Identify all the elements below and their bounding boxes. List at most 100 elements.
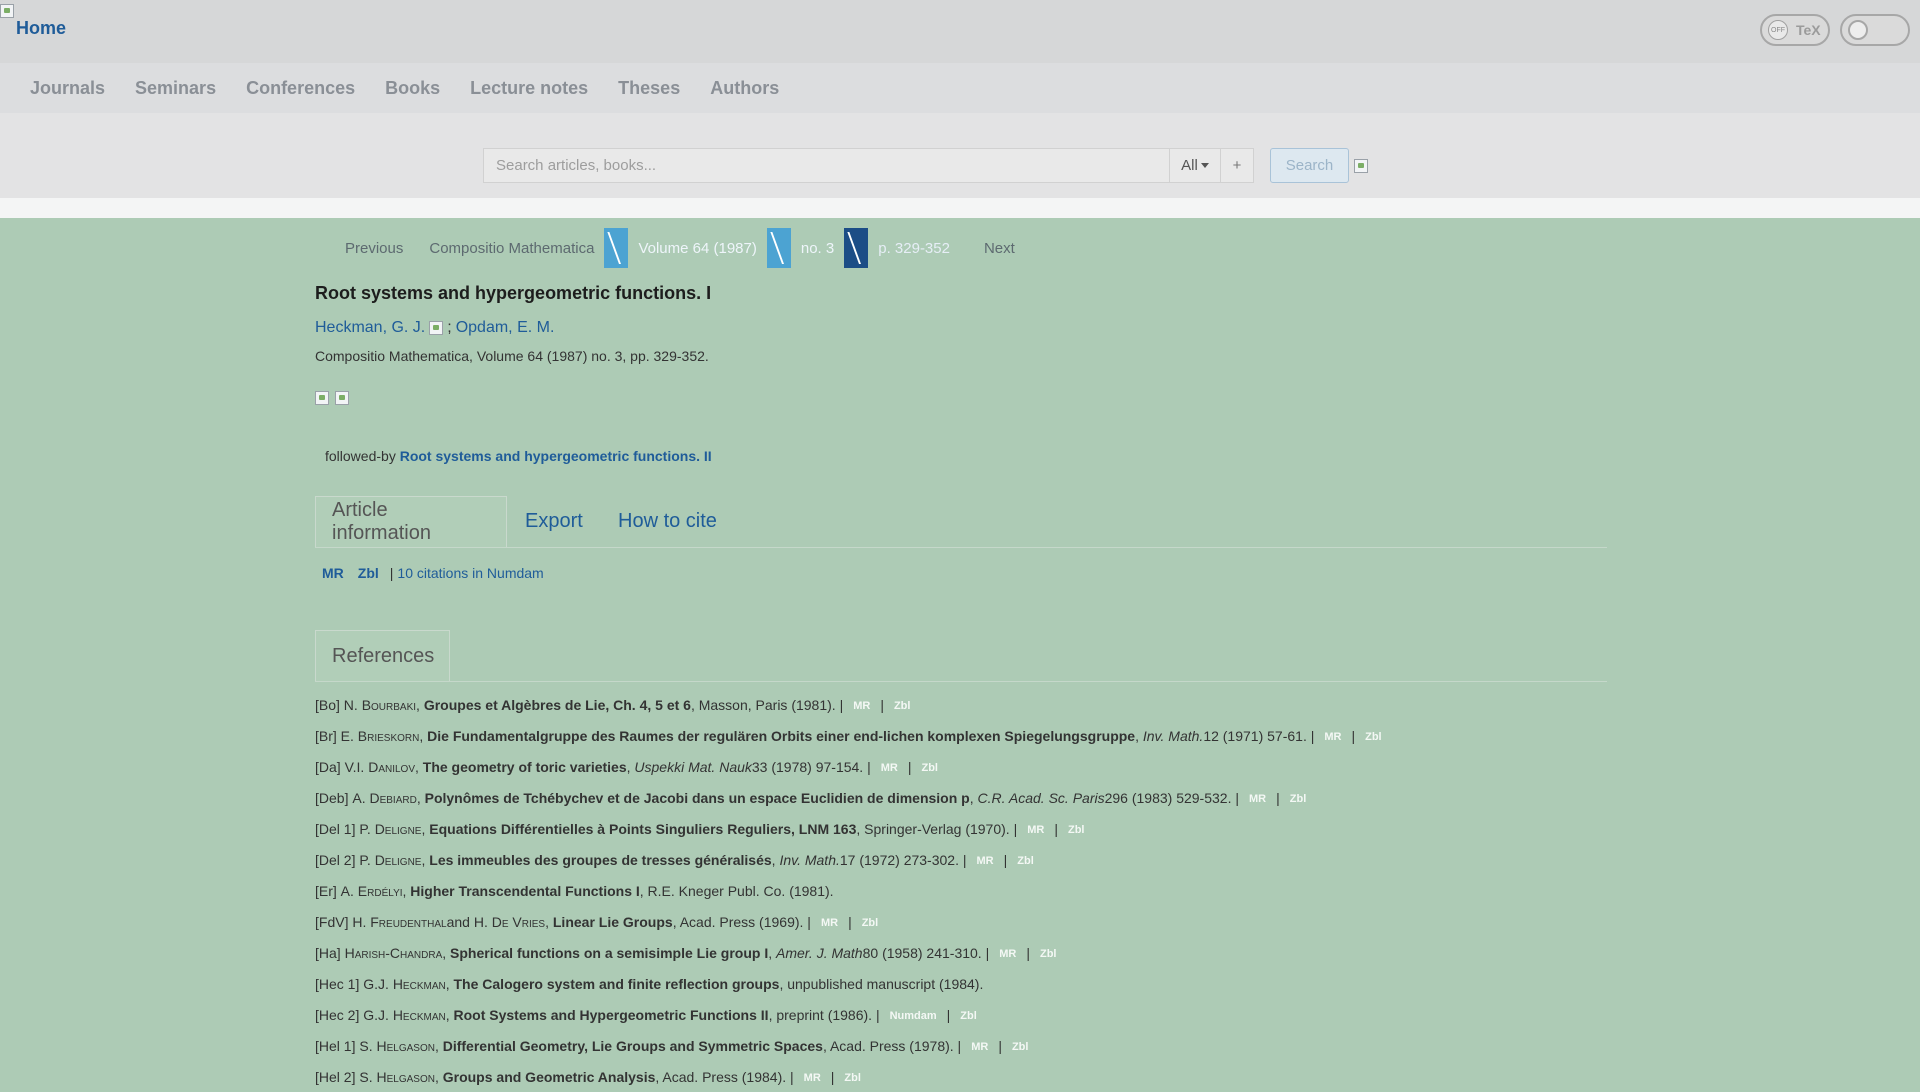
mr-link[interactable]: MR — [1239, 793, 1276, 805]
top-bar: Home OFF TeX — [0, 0, 1920, 64]
nav-seminars[interactable]: Seminars — [120, 78, 231, 99]
separator: | — [389, 565, 394, 581]
reference-author: Harish-Chandra — [344, 944, 443, 961]
reference-item: [FdV] H. Freudenthal and H. De Vries, Li… — [315, 906, 1895, 937]
nav-journals[interactable]: Journals — [0, 78, 120, 99]
nav-theses[interactable]: Theses — [603, 78, 695, 99]
zbl-link[interactable]: Zbl — [950, 1010, 987, 1022]
mr-link[interactable]: MR — [989, 948, 1026, 960]
tab-article-information[interactable]: Article information — [315, 496, 507, 547]
author-list: Heckman, G. J. ; Opdam, E. M. — [315, 319, 554, 337]
reference-list: [Bo] N. Bourbaki, Groupes et Algèbres de… — [315, 689, 1895, 1092]
mr-link[interactable]: MR — [315, 563, 351, 583]
zbl-link[interactable]: Zbl — [1355, 731, 1392, 743]
zbl-link[interactable]: Zbl — [911, 762, 948, 774]
author-link[interactable]: Heckman, G. J. — [315, 319, 425, 337]
reference-title: The geometry of toric varieties — [422, 758, 627, 775]
reference-title: Groupes et Algèbres de Lie, Ch. 4, 5 et … — [423, 696, 691, 713]
numdam-citations-link[interactable]: 10 citations in Numdam — [397, 565, 543, 581]
zbl-link[interactable]: Zbl — [1058, 824, 1095, 836]
reference-title: Spherical functions on a semisimple Lie … — [450, 944, 769, 961]
zbl-link[interactable]: Zbl — [1007, 855, 1044, 867]
reference-author: Deligne — [374, 851, 422, 868]
breadcrumb-volume[interactable]: Volume 64 (1987) — [628, 240, 766, 257]
breadcrumb-chevron-icon — [766, 228, 791, 268]
site-logo-icon — [0, 4, 14, 18]
reference-key: [Hel 2] — [315, 1068, 356, 1085]
tab-export[interactable]: Export — [509, 496, 599, 547]
reference-title: Die Fundamentalgruppe des Raumes der reg… — [427, 727, 1136, 744]
reference-initials: S. — [359, 1068, 373, 1085]
zbl-link[interactable]: Zbl — [1002, 1041, 1039, 1053]
reference-details: 33 (1978) 97-154. | — [751, 758, 871, 775]
reference-title: Les immeubles des groupes de tresses gén… — [429, 851, 772, 868]
reference-key: [Ha] — [315, 944, 341, 961]
reference-details: 296 (1983) 529-532. | — [1104, 789, 1239, 806]
breadcrumb-journal[interactable]: Compositio Mathematica — [429, 240, 604, 257]
search-scope-select[interactable]: All — [1169, 148, 1221, 183]
reference-key: [Er] — [315, 882, 337, 899]
reference-title: The Calogero system and finite reflectio… — [453, 975, 780, 992]
theme-toggle[interactable] — [1840, 14, 1910, 46]
reference-initials: P. — [359, 820, 371, 837]
theme-toggle-knob — [1848, 20, 1868, 40]
breadcrumb-issue[interactable]: no. 3 — [791, 240, 844, 257]
reference-item: [Hel 1] S. Helgason, Differential Geomet… — [315, 1030, 1895, 1061]
mr-link[interactable]: MR — [871, 762, 908, 774]
zbl-link[interactable]: Zbl — [351, 563, 386, 583]
orcid-icon[interactable] — [429, 321, 444, 335]
followed-by-link[interactable]: Root systems and hypergeometric function… — [400, 448, 712, 464]
badge-icon[interactable] — [315, 391, 329, 405]
author-link[interactable]: Opdam, E. M. — [456, 319, 555, 337]
reference-journal: Amer. J. Math — [775, 944, 863, 961]
zbl-link[interactable]: Zbl — [1030, 948, 1067, 960]
mr-link[interactable]: MR — [1314, 731, 1351, 743]
home-link-wrap[interactable]: Home — [0, 4, 66, 38]
mr-link[interactable]: MR — [794, 1072, 831, 1084]
reference-key: [Del 2] — [315, 851, 356, 868]
author-separator: ; — [447, 319, 452, 336]
reference-journal: Uspekki Mat. Nauk — [634, 758, 752, 775]
reference-initials: S. — [359, 1037, 373, 1054]
zbl-link[interactable]: Zbl — [1280, 793, 1317, 805]
breadcrumb-previous[interactable]: Previous — [315, 240, 429, 257]
home-link[interactable]: Home — [16, 18, 66, 39]
zbl-link[interactable]: Zbl — [834, 1072, 871, 1084]
nav-books[interactable]: Books — [370, 78, 455, 99]
mr-link[interactable]: MR — [843, 700, 880, 712]
followed-by-label: followed-by — [325, 448, 396, 464]
mr-link[interactable]: MR — [1017, 824, 1054, 836]
mr-link[interactable]: MR — [967, 855, 1004, 867]
mr-link[interactable]: MR — [811, 917, 848, 929]
reference-key: [FdV] — [315, 913, 349, 930]
reference-item: [Hel 2] S. Helgason, Groups and Geometri… — [315, 1061, 1895, 1092]
advanced-search-button[interactable]: + — [1220, 148, 1254, 183]
article-tabs: Article information Export How to cite — [315, 496, 1607, 548]
nav-conferences[interactable]: Conferences — [231, 78, 370, 99]
reference-journal: Inv. Math. — [779, 851, 840, 868]
tab-references[interactable]: References — [315, 630, 450, 681]
search-help-icon[interactable] — [1354, 159, 1368, 173]
breadcrumb-next[interactable]: Next — [960, 240, 1015, 257]
reference-initials: G.J. — [363, 975, 389, 992]
reference-author: Helgason — [376, 1068, 435, 1085]
reference-item: [Del 1] P. Deligne, Equations Différenti… — [315, 813, 1895, 844]
numdam-link[interactable]: Numdam — [880, 1010, 947, 1022]
nav-authors[interactable]: Authors — [695, 78, 794, 99]
nav-lecture-notes[interactable]: Lecture notes — [455, 78, 603, 99]
tex-toggle[interactable]: OFF TeX — [1760, 14, 1830, 46]
reference-item: [Hec 1] G.J. Heckman, The Calogero syste… — [315, 975, 984, 992]
reference-author: Helgason — [376, 1037, 435, 1054]
zbl-link[interactable]: Zbl — [884, 700, 921, 712]
reference-initials: E. — [340, 727, 354, 744]
reference-title: Root Systems and Hypergeometric Function… — [453, 1006, 769, 1023]
reference-title: Differential Geometry, Lie Groups and Sy… — [442, 1037, 823, 1054]
tab-how-to-cite[interactable]: How to cite — [602, 496, 733, 547]
badge-icon[interactable] — [335, 391, 349, 405]
search-input[interactable] — [483, 148, 1170, 183]
divider — [0, 198, 1920, 218]
breadcrumb: Previous Compositio Mathematica Volume 6… — [315, 228, 1015, 268]
search-button[interactable]: Search — [1270, 148, 1349, 183]
zbl-link[interactable]: Zbl — [852, 917, 889, 929]
mr-link[interactable]: MR — [961, 1041, 998, 1053]
